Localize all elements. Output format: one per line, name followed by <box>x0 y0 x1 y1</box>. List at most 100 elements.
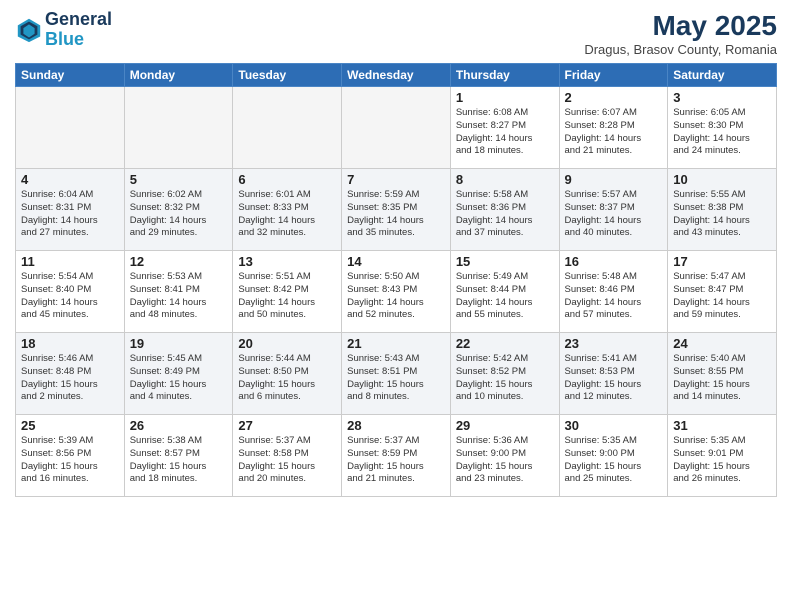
calendar-cell: 20 Sunrise: 5:44 AM Sunset: 8:50 PM Dayli… <box>233 333 342 415</box>
main-title: May 2025 <box>584 10 777 42</box>
day-info: Sunrise: 6:02 AM Sunset: 8:32 PM Dayligh… <box>130 189 228 240</box>
day-info: Sunrise: 5:50 AM Sunset: 8:43 PM Dayligh… <box>347 271 445 322</box>
calendar-cell: 13 Sunrise: 5:51 AM Sunset: 8:42 PM Dayli… <box>233 251 342 333</box>
day-info: Sunrise: 5:42 AM Sunset: 8:52 PM Dayligh… <box>456 353 554 404</box>
day-number: 22 <box>456 336 554 351</box>
day-info: Sunrise: 5:45 AM Sunset: 8:49 PM Dayligh… <box>130 353 228 404</box>
calendar-cell: 7 Sunrise: 5:59 AM Sunset: 8:35 PM Daylig… <box>342 169 451 251</box>
week-row-1: 1Sunrise: 6:08 AM Sunset: 8:27 PM Daylig… <box>16 87 777 169</box>
day-info: Sunrise: 5:48 AM Sunset: 8:46 PM Dayligh… <box>565 271 663 322</box>
calendar-cell: 1Sunrise: 6:08 AM Sunset: 8:27 PM Daylig… <box>450 87 559 169</box>
day-info: Sunrise: 5:44 AM Sunset: 8:50 PM Dayligh… <box>238 353 336 404</box>
day-number: 7 <box>347 172 445 187</box>
day-info: Sunrise: 5:41 AM Sunset: 8:53 PM Dayligh… <box>565 353 663 404</box>
header: General Blue May 2025 Dragus, Brasov Cou… <box>15 10 777 57</box>
day-number: 1 <box>456 90 554 105</box>
logo-line2: Blue <box>45 29 84 49</box>
weekday-header-thursday: Thursday <box>450 64 559 87</box>
day-info: Sunrise: 5:37 AM Sunset: 8:58 PM Dayligh… <box>238 435 336 486</box>
week-row-4: 18 Sunrise: 5:46 AM Sunset: 8:48 PM Dayli… <box>16 333 777 415</box>
day-number: 25 <box>21 418 119 433</box>
day-number: 24 <box>673 336 771 351</box>
calendar-cell: 28Sunrise: 5:37 AM Sunset: 8:59 PM Dayli… <box>342 415 451 497</box>
calendar-cell: 19 Sunrise: 5:45 AM Sunset: 8:49 PM Dayli… <box>124 333 233 415</box>
day-info: Sunrise: 5:35 AM Sunset: 9:00 PM Dayligh… <box>565 435 663 486</box>
day-info: Sunrise: 5:39 AM Sunset: 8:56 PM Dayligh… <box>21 435 119 486</box>
calendar-cell: 22 Sunrise: 5:42 AM Sunset: 8:52 PM Dayli… <box>450 333 559 415</box>
calendar-cell: 27 Sunrise: 5:37 AM Sunset: 8:58 PM Dayli… <box>233 415 342 497</box>
day-info: Sunrise: 5:51 AM Sunset: 8:42 PM Dayligh… <box>238 271 336 322</box>
day-number: 28 <box>347 418 445 433</box>
subtitle: Dragus, Brasov County, Romania <box>584 42 777 57</box>
day-info: Sunrise: 6:01 AM Sunset: 8:33 PM Dayligh… <box>238 189 336 240</box>
day-info: Sunrise: 5:49 AM Sunset: 8:44 PM Dayligh… <box>456 271 554 322</box>
logo-text: General Blue <box>45 10 112 50</box>
weekday-header-friday: Friday <box>559 64 668 87</box>
day-number: 2 <box>565 90 663 105</box>
day-info: Sunrise: 5:38 AM Sunset: 8:57 PM Dayligh… <box>130 435 228 486</box>
day-info: Sunrise: 5:36 AM Sunset: 9:00 PM Dayligh… <box>456 435 554 486</box>
calendar-cell: 8Sunrise: 5:58 AM Sunset: 8:36 PM Daylig… <box>450 169 559 251</box>
calendar: SundayMondayTuesdayWednesdayThursdayFrid… <box>15 63 777 497</box>
day-number: 27 <box>238 418 336 433</box>
day-number: 17 <box>673 254 771 269</box>
day-number: 20 <box>238 336 336 351</box>
week-row-2: 4Sunrise: 6:04 AM Sunset: 8:31 PM Daylig… <box>16 169 777 251</box>
logo-line1: General <box>45 10 112 30</box>
calendar-cell: 9Sunrise: 5:57 AM Sunset: 8:37 PM Daylig… <box>559 169 668 251</box>
calendar-cell: 18 Sunrise: 5:46 AM Sunset: 8:48 PM Dayli… <box>16 333 125 415</box>
calendar-cell: 23 Sunrise: 5:41 AM Sunset: 8:53 PM Dayli… <box>559 333 668 415</box>
calendar-cell: 21Sunrise: 5:43 AM Sunset: 8:51 PM Dayli… <box>342 333 451 415</box>
day-info: Sunrise: 5:40 AM Sunset: 8:55 PM Dayligh… <box>673 353 771 404</box>
calendar-cell: 17 Sunrise: 5:47 AM Sunset: 8:47 PM Dayli… <box>668 251 777 333</box>
day-number: 16 <box>565 254 663 269</box>
day-number: 12 <box>130 254 228 269</box>
calendar-cell: 25 Sunrise: 5:39 AM Sunset: 8:56 PM Dayli… <box>16 415 125 497</box>
logo: General Blue <box>15 10 112 50</box>
calendar-cell: 26 Sunrise: 5:38 AM Sunset: 8:57 PM Dayli… <box>124 415 233 497</box>
day-number: 26 <box>130 418 228 433</box>
weekday-header-tuesday: Tuesday <box>233 64 342 87</box>
day-number: 23 <box>565 336 663 351</box>
week-row-5: 25 Sunrise: 5:39 AM Sunset: 8:56 PM Dayli… <box>16 415 777 497</box>
calendar-cell: 5 Sunrise: 6:02 AM Sunset: 8:32 PM Daylig… <box>124 169 233 251</box>
day-number: 29 <box>456 418 554 433</box>
calendar-cell: 15 Sunrise: 5:49 AM Sunset: 8:44 PM Dayli… <box>450 251 559 333</box>
day-number: 30 <box>565 418 663 433</box>
day-info: Sunrise: 6:05 AM Sunset: 8:30 PM Dayligh… <box>673 107 771 158</box>
day-number: 11 <box>21 254 119 269</box>
calendar-cell: 12 Sunrise: 5:53 AM Sunset: 8:41 PM Dayli… <box>124 251 233 333</box>
day-info: Sunrise: 5:46 AM Sunset: 8:48 PM Dayligh… <box>21 353 119 404</box>
day-number: 18 <box>21 336 119 351</box>
calendar-cell: 16 Sunrise: 5:48 AM Sunset: 8:46 PM Dayli… <box>559 251 668 333</box>
day-number: 4 <box>21 172 119 187</box>
calendar-cell: 4Sunrise: 6:04 AM Sunset: 8:31 PM Daylig… <box>16 169 125 251</box>
day-number: 21 <box>347 336 445 351</box>
day-number: 14 <box>347 254 445 269</box>
calendar-cell: 14 Sunrise: 5:50 AM Sunset: 8:43 PM Dayli… <box>342 251 451 333</box>
day-number: 13 <box>238 254 336 269</box>
page: General Blue May 2025 Dragus, Brasov Cou… <box>0 0 792 612</box>
day-number: 5 <box>130 172 228 187</box>
calendar-cell <box>233 87 342 169</box>
weekday-header-sunday: Sunday <box>16 64 125 87</box>
day-info: Sunrise: 5:54 AM Sunset: 8:40 PM Dayligh… <box>21 271 119 322</box>
day-number: 19 <box>130 336 228 351</box>
day-number: 8 <box>456 172 554 187</box>
weekday-header-saturday: Saturday <box>668 64 777 87</box>
calendar-cell: 30 Sunrise: 5:35 AM Sunset: 9:00 PM Dayli… <box>559 415 668 497</box>
day-number: 15 <box>456 254 554 269</box>
day-number: 10 <box>673 172 771 187</box>
day-number: 31 <box>673 418 771 433</box>
logo-icon <box>15 16 43 44</box>
day-number: 3 <box>673 90 771 105</box>
week-row-3: 11 Sunrise: 5:54 AM Sunset: 8:40 PM Dayli… <box>16 251 777 333</box>
calendar-cell: 10Sunrise: 5:55 AM Sunset: 8:38 PM Dayli… <box>668 169 777 251</box>
calendar-cell: 31Sunrise: 5:35 AM Sunset: 9:01 PM Dayli… <box>668 415 777 497</box>
weekday-header-wednesday: Wednesday <box>342 64 451 87</box>
calendar-cell <box>124 87 233 169</box>
day-info: Sunrise: 5:59 AM Sunset: 8:35 PM Dayligh… <box>347 189 445 240</box>
day-info: Sunrise: 5:47 AM Sunset: 8:47 PM Dayligh… <box>673 271 771 322</box>
calendar-cell: 6Sunrise: 6:01 AM Sunset: 8:33 PM Daylig… <box>233 169 342 251</box>
day-info: Sunrise: 5:53 AM Sunset: 8:41 PM Dayligh… <box>130 271 228 322</box>
